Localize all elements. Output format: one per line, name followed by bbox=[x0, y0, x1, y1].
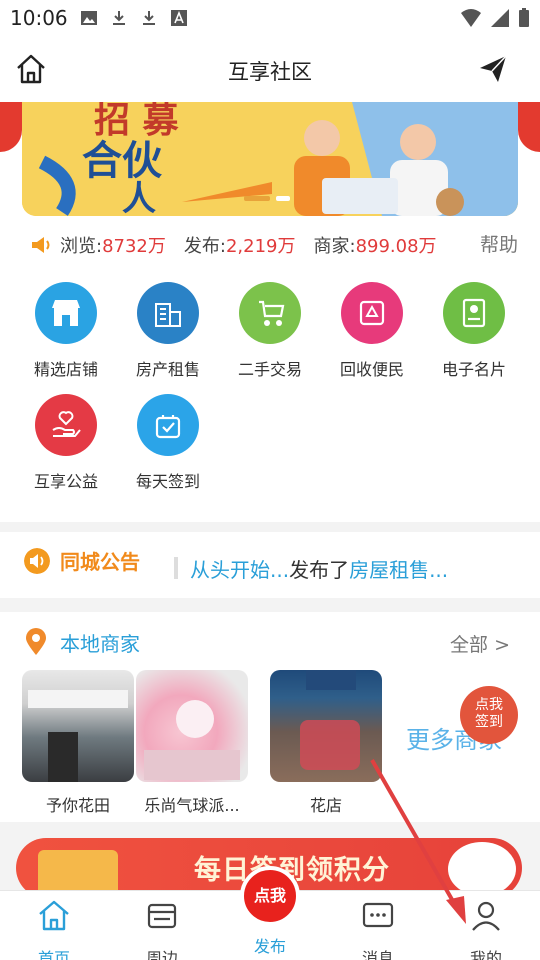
store-icon bbox=[35, 282, 97, 344]
tab-label: 消息 bbox=[361, 949, 394, 960]
speaker-icon bbox=[32, 237, 50, 253]
tab-messages[interactable]: 消息 bbox=[338, 897, 418, 960]
store-icon bbox=[147, 903, 177, 929]
grid-label: 互享公益 bbox=[33, 472, 98, 491]
float-line1: 点我 bbox=[475, 697, 503, 713]
shop-name: 花店 bbox=[309, 796, 342, 815]
wifi-icon bbox=[461, 9, 481, 27]
grid-label: 每天签到 bbox=[135, 472, 200, 491]
grid-item-charity[interactable]: 互享公益 bbox=[16, 394, 116, 492]
stat-browse-label: 浏览: bbox=[60, 236, 103, 257]
location-pin-icon bbox=[26, 628, 46, 655]
help-link[interactable]: 帮助 bbox=[480, 230, 518, 257]
grid-item-shops[interactable]: 精选店铺 bbox=[16, 282, 116, 380]
tab-nearby[interactable]: 周边 bbox=[122, 897, 202, 960]
image-icon bbox=[81, 11, 97, 25]
stat-merchant-label: 商家: bbox=[313, 236, 356, 257]
shop-photo bbox=[270, 670, 382, 782]
stat-merchant-value: 899.08万 bbox=[355, 236, 437, 257]
floating-checkin-button[interactable]: 点我 签到 bbox=[460, 686, 518, 744]
shop-card[interactable]: 乐尚气球派... bbox=[136, 670, 248, 816]
banner-edge-right bbox=[518, 102, 540, 152]
text-icon bbox=[171, 10, 187, 26]
status-bar: 10:06 bbox=[0, 0, 540, 36]
home-icon bbox=[39, 900, 69, 931]
stat-browse-value: 8732万 bbox=[102, 236, 166, 257]
charity-hand-icon bbox=[35, 394, 97, 456]
svg-text:招 募: 招 募 bbox=[94, 102, 180, 141]
main-content: 招 募 合伙 人 浏览: 8732万 发布: 2,219万 商家: 899.08… bbox=[0, 102, 540, 522]
grid-item-realestate[interactable]: 房产租售 bbox=[118, 282, 218, 380]
tab-label: 周边 bbox=[145, 949, 178, 960]
post-button[interactable]: 点我 bbox=[240, 866, 300, 926]
shop-card[interactable]: 花店 bbox=[270, 670, 382, 816]
page-title: 互享社区 bbox=[228, 60, 312, 84]
download-icon bbox=[113, 11, 125, 25]
notice-title: 同城公告 bbox=[60, 550, 140, 574]
checkin-bag-icon bbox=[137, 394, 199, 456]
shop-name: 予你花田 bbox=[45, 796, 110, 815]
recycle-icon bbox=[341, 282, 403, 344]
local-title: 本地商家 bbox=[60, 632, 140, 656]
post-label: 发布 bbox=[253, 937, 286, 956]
notice-divider bbox=[174, 557, 178, 579]
grid-item-checkin[interactable]: 每天签到 bbox=[118, 394, 218, 492]
user-icon bbox=[472, 901, 500, 931]
grid-label: 电子名片 bbox=[441, 360, 506, 379]
grid-item-ecard[interactable]: 电子名片 bbox=[424, 282, 524, 380]
grid-label: 回收便民 bbox=[339, 360, 404, 379]
shop-card[interactable]: 予你花田 bbox=[22, 670, 134, 816]
view-all-link[interactable]: 全部 > bbox=[450, 630, 510, 657]
business-card-icon bbox=[443, 282, 505, 344]
notice-topic: 房屋租售... bbox=[349, 558, 449, 582]
grid-item-recycle[interactable]: 回收便民 bbox=[322, 282, 422, 380]
grid-label: 房产租售 bbox=[135, 360, 200, 379]
battery-icon bbox=[519, 8, 529, 27]
banner-edge-left bbox=[0, 102, 22, 152]
stat-publish-label: 发布: bbox=[183, 236, 226, 257]
local-merchants: 本地商家 全部 > 予你花田 乐尚气球派... 花店 更多商家 bbox=[0, 612, 540, 822]
tab-label: 我的 bbox=[469, 949, 502, 960]
tab-home[interactable]: 首页 bbox=[14, 897, 94, 960]
notice-user: 从头开始... bbox=[190, 558, 290, 582]
grid-item-secondhand[interactable]: 二手交易 bbox=[220, 282, 320, 380]
tab-label: 首页 bbox=[37, 949, 70, 960]
go-badge bbox=[448, 842, 516, 896]
grid-label: 二手交易 bbox=[237, 360, 302, 379]
notice-message[interactable]: 从头开始...发布了房屋租售... bbox=[190, 554, 448, 583]
city-notice[interactable]: 同城公告 从头开始...发布了房屋租售... bbox=[0, 532, 540, 598]
svg-text:合伙: 合伙 bbox=[82, 137, 162, 184]
float-line2: 签到 bbox=[475, 714, 503, 730]
banner-illustration: 招 募 合伙 人 bbox=[22, 102, 518, 216]
speaker-icon bbox=[24, 548, 50, 574]
send-icon[interactable] bbox=[478, 54, 508, 84]
message-icon bbox=[362, 902, 394, 928]
stat-publish-value: 2,219万 bbox=[225, 236, 296, 257]
stats-line: 浏览: 8732万 发布: 2,219万 商家: 899.08万 帮助 bbox=[30, 230, 520, 260]
signal-icon bbox=[491, 9, 509, 27]
svg-text:人: 人 bbox=[122, 179, 156, 216]
status-time: 10:06 bbox=[10, 6, 68, 30]
download-icon bbox=[143, 11, 155, 25]
promo-banner[interactable]: 招 募 合伙 人 bbox=[22, 102, 518, 216]
shop-name: 乐尚气球派... bbox=[144, 796, 240, 815]
stroller-icon bbox=[239, 282, 301, 344]
app-header: 互享社区 bbox=[0, 36, 540, 102]
tab-mine[interactable]: 我的 bbox=[446, 897, 526, 960]
grid-label: 精选店铺 bbox=[33, 360, 98, 379]
shop-photo bbox=[136, 670, 248, 782]
building-icon bbox=[137, 282, 199, 344]
shop-photo bbox=[22, 670, 134, 782]
notice-middle: 发布了 bbox=[289, 558, 350, 582]
